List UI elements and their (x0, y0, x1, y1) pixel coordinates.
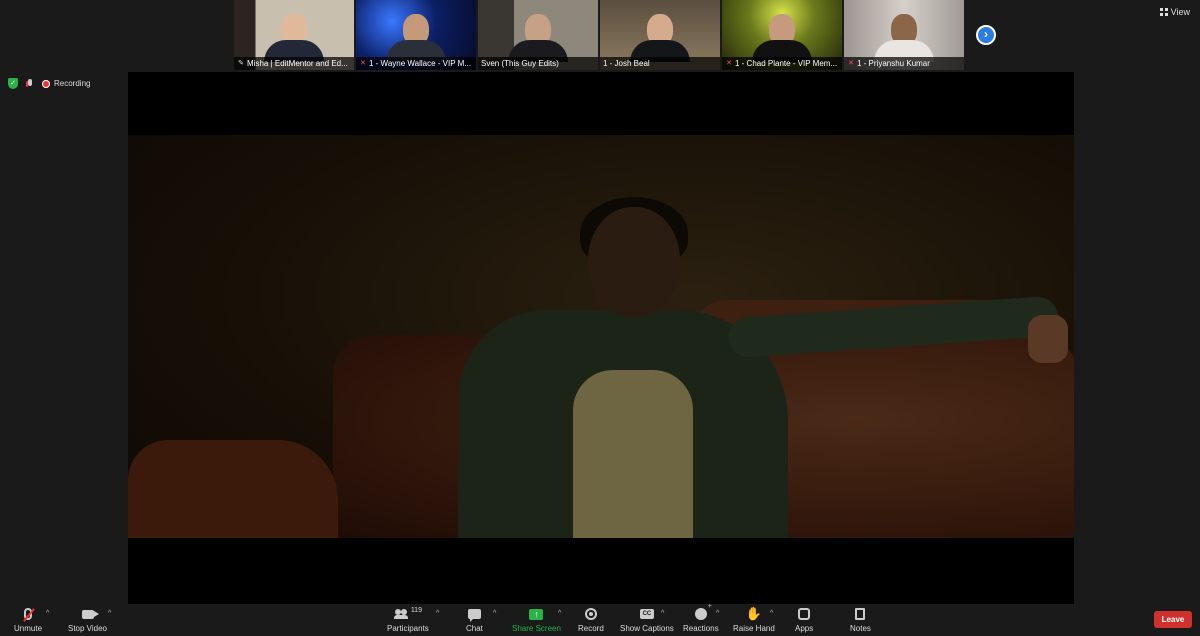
person-hand (1028, 315, 1068, 363)
participant-name-label: ✕ 1 - Wayne Wallace - VIP M... (356, 57, 476, 70)
shared-video-frame (128, 135, 1074, 538)
participant-name-label: Sven (This Guy Edits) (478, 57, 598, 70)
notes-button[interactable]: Notes (850, 605, 871, 634)
mic-muted-icon (24, 608, 32, 620)
view-button[interactable]: View (1159, 7, 1190, 17)
participant-strip: ✎ Misha | EditMentor and Ed... ✕ 1 - Wayne… (234, 0, 964, 70)
captions-options-chevron-icon[interactable]: ^ (661, 610, 664, 617)
apps-button[interactable]: Apps (795, 605, 813, 634)
mic-status-icon (26, 78, 34, 89)
audio-options-chevron-icon[interactable]: ^ (46, 610, 49, 617)
couch-arm (128, 440, 338, 538)
recording-dot-icon (42, 79, 50, 88)
chat-button[interactable]: Chat (466, 605, 483, 634)
pin-icon: ✎ (238, 60, 244, 67)
chat-bubble-icon (467, 609, 481, 622)
reactions-button[interactable]: Reactions (683, 603, 719, 634)
participant-name-label: 1 - Josh Beal (600, 57, 720, 70)
participants-button[interactable]: 119 Participants (387, 605, 429, 634)
leave-meeting-button[interactable]: Leave (1154, 611, 1192, 628)
participant-name-label: ✕ 1 - Priyanshu Kumar (844, 57, 964, 70)
participant-tile[interactable]: ✕ 1 - Wayne Wallace - VIP M... (356, 0, 476, 70)
participant-tile-active-speaker[interactable]: 1 - Josh Beal (600, 0, 720, 70)
mic-muted-icon: ✕ (848, 60, 854, 67)
notes-icon (855, 608, 866, 620)
person-shirt (573, 370, 693, 538)
recording-label: Recording (54, 79, 91, 88)
main-video-stage (128, 72, 1074, 604)
participant-tile[interactable]: ✎ Misha | EditMentor and Ed... (234, 0, 354, 70)
share-screen-icon: ↑ (529, 608, 544, 620)
raise-hand-button[interactable]: ✋ Raise Hand (733, 605, 775, 634)
video-camera-icon (81, 609, 99, 619)
participant-name-label: ✕ 1 - Chad Plante - VIP Mem... (722, 57, 842, 70)
share-options-chevron-icon[interactable]: ^ (558, 610, 561, 617)
show-captions-button[interactable]: CC Show Captions (620, 605, 674, 634)
meeting-status-bar: ✓ Recording (8, 78, 90, 89)
mic-muted-icon: ✕ (726, 60, 732, 67)
meeting-controls-toolbar: Unmute ^ Stop Video ^ 119 Participants ^… (0, 603, 1200, 636)
raise-hand-options-chevron-icon[interactable]: ^ (770, 610, 773, 617)
video-options-chevron-icon[interactable]: ^ (108, 610, 111, 617)
grid-view-icon (1159, 8, 1168, 16)
record-button[interactable]: Record (578, 605, 604, 634)
apps-icon (798, 608, 811, 620)
participant-tile[interactable]: Sven (This Guy Edits) (478, 0, 598, 70)
participant-name-label: ✎ Misha | EditMentor and Ed... (234, 57, 354, 70)
reactions-options-chevron-icon[interactable]: ^ (716, 610, 719, 617)
stop-video-button[interactable]: Stop Video (68, 605, 107, 634)
record-icon (584, 608, 597, 620)
participants-options-chevron-icon[interactable]: ^ (436, 610, 439, 617)
share-screen-button[interactable]: ↑ Share Screen (512, 605, 561, 634)
participant-count: 119 (410, 607, 422, 614)
next-page-chevron-icon[interactable]: › (976, 25, 996, 45)
person-head (588, 207, 680, 317)
unmute-button[interactable]: Unmute (14, 605, 42, 634)
view-label: View (1170, 7, 1190, 17)
encryption-shield-icon[interactable]: ✓ (8, 78, 18, 89)
participant-tile[interactable]: ✕ 1 - Chad Plante - VIP Mem... (722, 0, 842, 70)
chat-options-chevron-icon[interactable]: ^ (493, 610, 496, 617)
participants-icon (393, 609, 408, 619)
reactions-emoji-icon (694, 603, 712, 620)
participant-tile[interactable]: ✕ 1 - Priyanshu Kumar (844, 0, 964, 70)
closed-captions-icon: CC (639, 609, 654, 619)
recording-indicator[interactable]: Recording (42, 79, 90, 88)
raise-hand-icon: ✋ (745, 606, 762, 621)
mic-muted-icon: ✕ (360, 60, 366, 67)
